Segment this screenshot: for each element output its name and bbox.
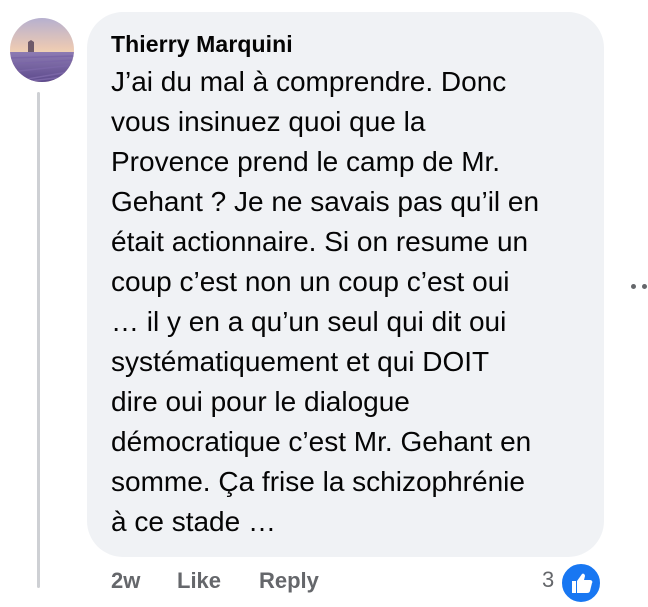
comment-text-line: Provence prend le camp de Mr. bbox=[111, 146, 501, 177]
comment-text-line: J’ai du mal à comprendre. Donc bbox=[111, 66, 507, 97]
comment-text-line: vous insinuez quoi que la bbox=[111, 106, 426, 137]
comment-text-line: somme. Ça frise la schizophrénie bbox=[111, 466, 525, 497]
avatar-lavender-field-image bbox=[10, 18, 74, 82]
avatar[interactable] bbox=[10, 18, 74, 82]
comment-timestamp[interactable]: 2w bbox=[111, 568, 140, 594]
comment-text-line: … il y en a qu’un seul qui dit oui bbox=[111, 306, 507, 337]
comment-text-line: à ce stade … bbox=[111, 506, 276, 537]
thumbs-up-glyph bbox=[572, 573, 593, 593]
comment-text-line: coup c’est non un coup c’est oui bbox=[111, 266, 510, 297]
reaction-count[interactable]: 3 bbox=[542, 567, 554, 593]
comment-text-line: dire oui pour le dialogue bbox=[111, 386, 410, 417]
more-dot bbox=[631, 284, 636, 289]
reply-button[interactable]: Reply bbox=[259, 568, 319, 594]
thumbs-up-icon[interactable] bbox=[560, 562, 602, 604]
like-button[interactable]: Like bbox=[177, 568, 221, 594]
thread-line bbox=[37, 92, 40, 588]
more-horizontal-icon[interactable] bbox=[629, 283, 648, 291]
comment-text-line: systématiquement et qui DOIT bbox=[111, 346, 490, 377]
comment-author[interactable]: Thierry Marquini bbox=[111, 31, 293, 58]
comment-text-line: démocratique c’est Mr. Gehant en bbox=[111, 426, 532, 457]
comment-text-line: Gehant ? Je ne savais pas qu’il en bbox=[111, 186, 540, 217]
more-dot bbox=[642, 284, 647, 289]
comment-text: J’ai du mal à comprendre. Donc vous insi… bbox=[111, 62, 596, 542]
comment-text-line: était actionnaire. Si on resume un bbox=[111, 226, 529, 257]
